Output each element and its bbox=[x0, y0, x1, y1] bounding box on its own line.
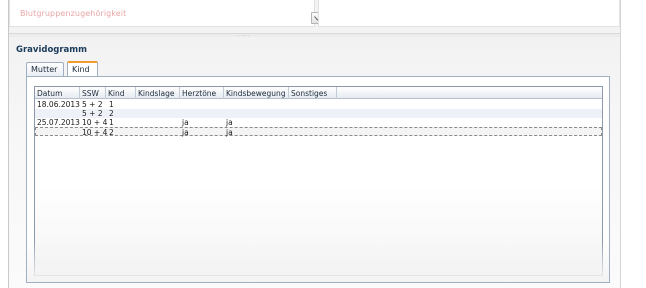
column-header-sonstiges[interactable]: Sonstiges bbox=[289, 87, 337, 99]
tab-mutter[interactable]: Mutter bbox=[26, 62, 64, 77]
cell-herztoene: ja bbox=[182, 118, 189, 127]
blood-group-panel: Blutgruppenzugehörigkeit bbox=[9, 0, 323, 27]
cell-kind: 2 bbox=[109, 109, 114, 118]
cell-kind: 1 bbox=[109, 118, 114, 127]
cell-ssw: 5 + 2 bbox=[82, 100, 103, 109]
section-title: Gravidogramm bbox=[16, 45, 88, 55]
column-header-ssw[interactable]: SSW bbox=[80, 87, 106, 99]
table-row[interactable]: 18.06.2013 5 + 2 1 bbox=[35, 100, 602, 109]
panel-bottom-fade bbox=[27, 240, 609, 282]
tab-kind[interactable]: Kind bbox=[67, 61, 98, 77]
grid-header-row: Datum SSW Kind Kindslage Herztöne Kindsb… bbox=[35, 87, 602, 99]
cell-kindsbewegung: ja bbox=[226, 118, 233, 127]
column-header-kindslage[interactable]: Kindslage bbox=[136, 87, 180, 99]
column-header-kindsbewegung[interactable]: Kindsbewegung bbox=[224, 87, 289, 99]
frame-right-border bbox=[620, 0, 621, 288]
column-header-datum[interactable]: Datum bbox=[35, 87, 80, 99]
cell-ssw: 10 + 4 bbox=[82, 118, 108, 127]
cell-ssw: 5 + 2 bbox=[82, 109, 103, 118]
cell-kindsbewegung: ja bbox=[226, 128, 233, 137]
table-row[interactable]: 25.07.2013 10 + 4 1 ja ja bbox=[35, 118, 602, 127]
blood-group-label: Blutgruppenzugehörigkeit bbox=[20, 9, 127, 18]
cell-herztoene: ja bbox=[182, 128, 189, 137]
cell-kind: 1 bbox=[109, 100, 114, 109]
top-right-panel bbox=[318, 0, 620, 27]
column-header-kind[interactable]: Kind bbox=[106, 87, 136, 99]
column-header-herztoene[interactable]: Herztöne bbox=[180, 87, 224, 99]
cell-kind: 2 bbox=[109, 128, 114, 137]
cell-datum: 18.06.2013 bbox=[37, 100, 80, 109]
table-row-selected[interactable]: 10 + 4 2 ja ja bbox=[35, 127, 602, 137]
cell-datum: 25.07.2013 bbox=[37, 118, 80, 127]
cell-ssw: 10 + 4 bbox=[82, 128, 108, 137]
table-row[interactable]: 5 + 2 2 bbox=[35, 109, 602, 118]
